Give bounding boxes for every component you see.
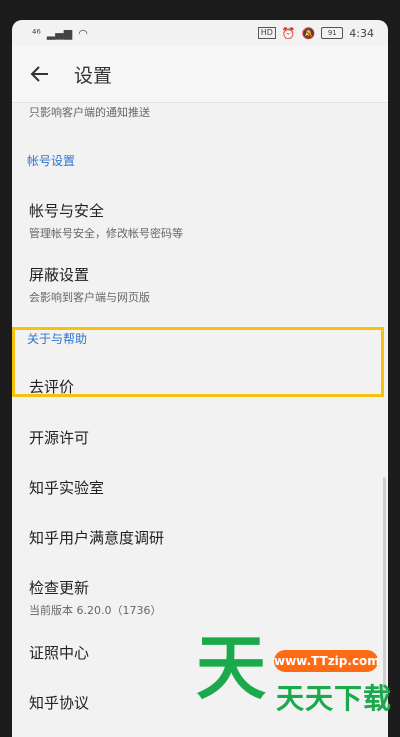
wifi-icon: ◠: [78, 26, 88, 40]
hd-badge: HD: [257, 27, 276, 39]
list-item-license-center[interactable]: 证照中心: [29, 642, 89, 663]
status-time: 4:34: [349, 26, 374, 40]
signal-bars-icon: ▂▄▆: [46, 26, 73, 40]
list-item-subtitle: 会影响到客户端与网页版: [29, 291, 150, 304]
watermark-url: www.TTzip.com: [274, 650, 380, 672]
back-arrow-icon[interactable]: [12, 46, 68, 102]
signal-icon: ⁴⁶: [32, 26, 41, 40]
page-title: 设置: [74, 64, 113, 87]
app-bar: 设置: [12, 46, 388, 103]
battery-icon: 91: [321, 27, 344, 39]
list-item-open-source[interactable]: 开源许可: [29, 427, 89, 448]
watermark-name: 天天下载: [276, 682, 393, 715]
list-item-account-security[interactable]: 帐号与安全 管理帐号安全，修改帐号密码等: [29, 200, 183, 241]
list-item-title: 证照中心: [29, 644, 90, 662]
list-item-title: 检查更新: [29, 579, 90, 597]
list-item-title: 帐号与安全: [29, 202, 105, 220]
list-item-agreement[interactable]: 知乎协议: [29, 692, 89, 713]
list-item-rate[interactable]: 去评价: [29, 376, 74, 397]
mute-icon: 🔕: [301, 26, 316, 40]
list-item-title: 屏蔽设置: [29, 266, 90, 284]
list-item-subtitle: 当前版本 6.20.0（1736）: [29, 604, 162, 617]
section-header-account: 帐号设置: [27, 154, 76, 168]
list-item-title: 开源许可: [29, 429, 90, 447]
list-item-check-update[interactable]: 检查更新 当前版本 6.20.0（1736）: [29, 577, 161, 618]
list-item-subtitle: 只影响客户端的通知推送: [29, 106, 150, 119]
status-bar: ⁴⁶ ▂▄▆ ◠ HD ⏰ 🔕 91 4:34: [12, 20, 388, 46]
list-item-lab[interactable]: 知乎实验室: [29, 477, 104, 498]
alarm-icon: ⏰: [281, 26, 296, 40]
list-item-block-settings[interactable]: 屏蔽设置 会影响到客户端与网页版: [29, 264, 150, 305]
section-header-help: 关于与帮助: [27, 332, 88, 346]
list-item-title: 去评价: [29, 378, 75, 396]
watermark-logo: 天: [196, 626, 266, 709]
list-item-survey[interactable]: 知乎用户满意度调研: [29, 527, 164, 548]
list-item-subtitle: 管理帐号安全，修改帐号密码等: [29, 227, 183, 240]
partial-list-item[interactable]: 只影响客户端的通知推送: [29, 100, 150, 120]
list-item-title: 知乎用户满意度调研: [29, 529, 165, 547]
scrollbar[interactable]: [383, 477, 386, 707]
list-item-title: 知乎实验室: [29, 479, 105, 497]
list-item-title: 知乎协议: [29, 694, 90, 712]
